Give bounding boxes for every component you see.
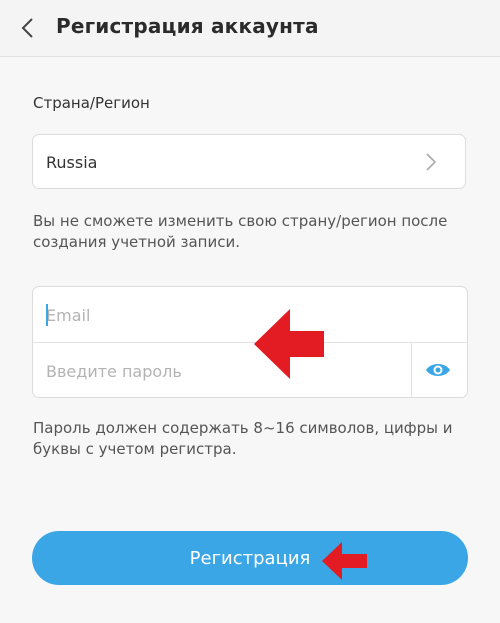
back-icon[interactable] xyxy=(18,16,38,40)
page-title: Регистрация аккаунта xyxy=(56,14,319,38)
annotation-arrow-left-icon xyxy=(322,542,367,580)
eye-icon[interactable] xyxy=(425,358,451,382)
country-label: Страна/Регион xyxy=(33,94,150,112)
credentials-box xyxy=(32,286,468,398)
country-value: Russia xyxy=(46,153,98,172)
country-note: Вы не сможете изменить свою страну/регио… xyxy=(33,212,448,251)
password-note: Пароль должен содержать 8~16 символов, ц… xyxy=(33,419,453,458)
divider xyxy=(411,343,412,397)
text-cursor xyxy=(46,304,48,326)
annotation-arrow-left-icon xyxy=(254,309,324,379)
chevron-right-icon xyxy=(426,153,437,171)
register-button[interactable]: Регистрация xyxy=(32,531,468,585)
password-input[interactable] xyxy=(46,357,406,385)
country-select[interactable]: Russia xyxy=(32,134,466,189)
divider xyxy=(33,342,467,343)
email-input[interactable] xyxy=(46,301,446,329)
header-bar: Регистрация аккаунта xyxy=(0,0,500,57)
